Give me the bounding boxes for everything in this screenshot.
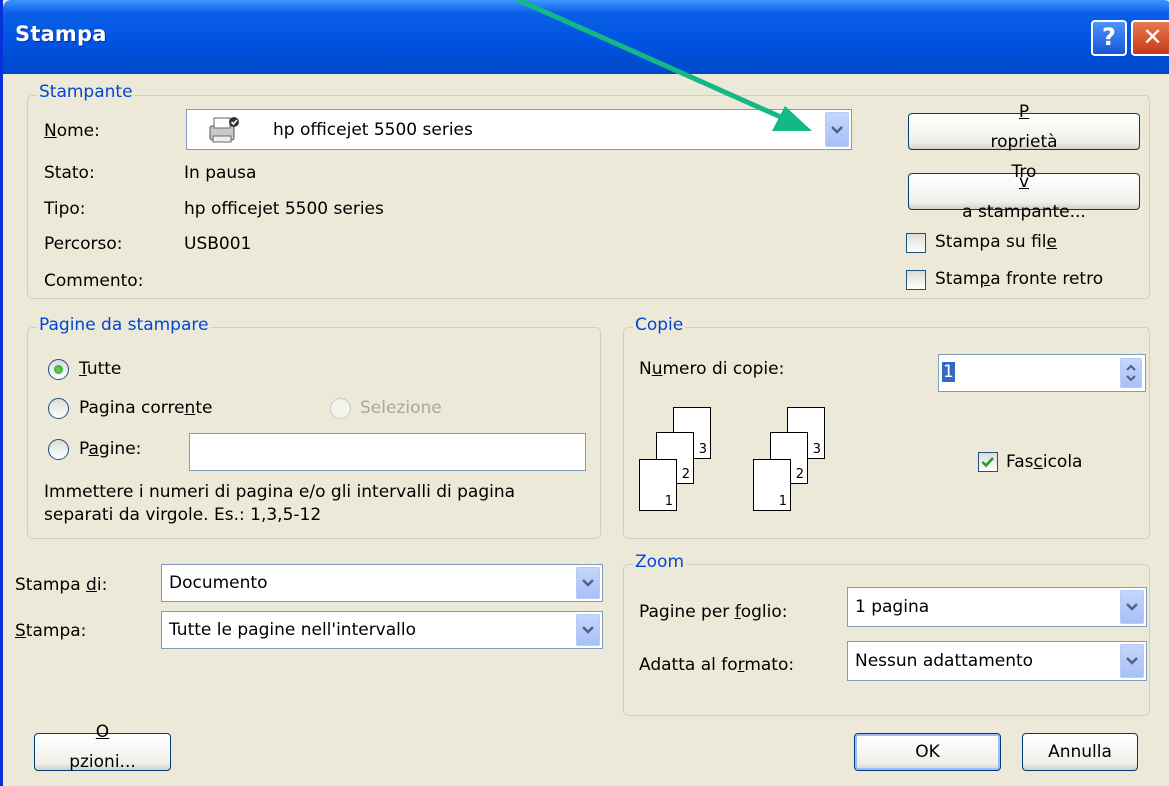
pages-per-sheet-label: Pagine per foglio: xyxy=(639,602,788,622)
duplex-checkbox[interactable] xyxy=(906,270,926,290)
radio-selected-dot xyxy=(54,365,63,374)
print-what-combo[interactable]: Documento xyxy=(161,564,603,602)
copies-count-value: 1 xyxy=(942,362,955,382)
pages-per-sheet-value: 1 pagina xyxy=(855,597,930,617)
printer-name-value: hp officejet 5500 series xyxy=(273,119,473,140)
page-range-legend: Pagine da stampare xyxy=(37,315,211,335)
window-title: Stampa xyxy=(15,22,107,46)
pages-input[interactable] xyxy=(189,433,586,471)
close-icon: ✕ xyxy=(1142,23,1163,51)
printer-name-label: Nome: xyxy=(44,121,100,141)
help-button[interactable]: ? xyxy=(1091,20,1127,56)
print-range-label: Stampa: xyxy=(15,621,87,641)
radio-selection-label: Selezione xyxy=(360,398,442,418)
printer-status-label: Stato: xyxy=(44,163,95,183)
question-mark-icon: ? xyxy=(1102,23,1116,51)
print-to-file-checkbox[interactable] xyxy=(906,233,926,253)
printer-path-value: USB001 xyxy=(184,234,252,254)
scale-value: Nessun adattamento xyxy=(855,651,1034,671)
scale-label: Adatta al formato: xyxy=(639,655,795,675)
radio-current-page-label[interactable]: Pagina corrente xyxy=(79,398,212,418)
chevron-down-icon xyxy=(1126,657,1138,665)
pages-per-sheet-combo[interactable]: 1 pagina xyxy=(847,587,1147,627)
cancel-button[interactable]: Annulla xyxy=(1022,733,1138,771)
printer-name-dropdown[interactable] xyxy=(825,112,849,147)
print-what-label: Stampa di: xyxy=(15,575,108,595)
print-range-value: Tutte le pagine nell'intervallo xyxy=(169,620,417,640)
pages-hint-line2: separati da virgole. Es.: 1,3,5-12 xyxy=(44,505,322,525)
spinner-arrows-icon xyxy=(1126,364,1136,382)
find-printer-button[interactable]: Tro v a stampante... xyxy=(908,162,1140,222)
pages-hint-line1: Immettere i numeri di pagina e/o gli int… xyxy=(44,482,516,502)
properties-button[interactable]: Proprietà xyxy=(908,102,1140,152)
checkmark-icon xyxy=(981,457,994,468)
copies-count-input[interactable]: 1 xyxy=(938,354,1146,392)
chevron-down-icon xyxy=(582,626,594,634)
chevron-down-icon xyxy=(582,579,594,587)
print-range-combo[interactable]: Tutte le pagine nell'intervallo xyxy=(161,611,603,649)
printer-type-value: hp officejet 5500 series xyxy=(184,199,384,219)
ok-button[interactable]: OK xyxy=(854,733,1001,771)
copies-spinner[interactable] xyxy=(1120,358,1142,388)
zoom-legend: Zoom xyxy=(633,552,687,572)
printer-status-value: In pausa xyxy=(184,163,257,183)
collate-illustration-1: 3 2 1 xyxy=(639,407,719,517)
radio-pages[interactable] xyxy=(48,439,69,460)
print-dialog: Stampa ? ✕ Stampante Nome: hp officejet … xyxy=(0,0,1169,786)
title-bar[interactable]: Stampa ? ✕ xyxy=(3,0,1169,74)
close-button[interactable]: ✕ xyxy=(1131,20,1169,56)
pages-per-sheet-dropdown[interactable] xyxy=(1120,590,1144,624)
printer-path-label: Percorso: xyxy=(44,234,123,254)
collate-checkbox[interactable] xyxy=(978,452,998,472)
radio-pages-label[interactable]: Pagine: xyxy=(79,439,141,459)
printer-name-combo[interactable]: hp officejet 5500 series xyxy=(186,109,852,150)
print-to-file-label[interactable]: Stampa su file xyxy=(935,232,1057,252)
collate-illustration-2: 3 2 1 xyxy=(753,407,833,517)
duplex-label[interactable]: Stampa fronte retro xyxy=(935,269,1103,289)
options-button[interactable]: Opzioni... xyxy=(34,722,171,772)
printer-type-label: Tipo: xyxy=(44,199,86,219)
copies-count-label: Numero di copie: xyxy=(639,359,785,379)
radio-all-pages[interactable] xyxy=(48,359,69,380)
radio-current-page[interactable] xyxy=(48,398,69,419)
scale-combo[interactable]: Nessun adattamento xyxy=(847,641,1147,681)
chevron-down-icon xyxy=(1126,603,1138,611)
chevron-down-icon xyxy=(831,125,843,134)
scale-dropdown[interactable] xyxy=(1120,644,1144,678)
printer-icon xyxy=(205,114,241,151)
print-what-dropdown[interactable] xyxy=(576,567,600,599)
radio-selection xyxy=(330,398,351,419)
collate-label[interactable]: Fascicola xyxy=(1006,452,1082,472)
radio-all-pages-label[interactable]: Tutte xyxy=(79,359,121,379)
print-range-dropdown[interactable] xyxy=(576,614,600,646)
printer-comment-label: Commento: xyxy=(44,271,144,291)
printer-group-legend: Stampante xyxy=(37,82,135,102)
copies-legend: Copie xyxy=(633,315,686,335)
print-what-value: Documento xyxy=(169,573,268,593)
